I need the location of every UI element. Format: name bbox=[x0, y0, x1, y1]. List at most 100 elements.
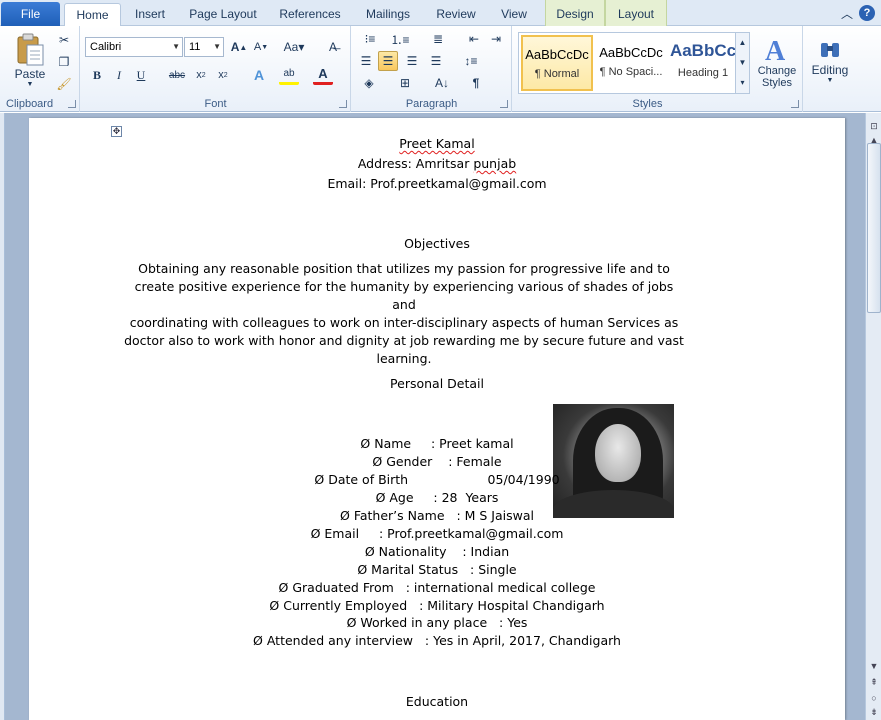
change-case-button[interactable]: Aa▾ bbox=[281, 37, 307, 57]
more-icon[interactable]: ▾ bbox=[736, 73, 749, 93]
font-color-button[interactable]: A bbox=[313, 65, 333, 85]
tab-file[interactable]: File bbox=[1, 2, 60, 26]
sort-icon: A↓ bbox=[434, 76, 449, 90]
detail-currently-employed: Ø Currently Employed : Military Hospital… bbox=[269, 598, 605, 613]
styles-gallery-scroll[interactable]: ▲ ▼ ▾ bbox=[735, 33, 749, 93]
svg-text:A: A bbox=[765, 36, 786, 65]
vertical-scrollbar[interactable]: ⊡ ▲ ▼ ⇞ ○ ⇟ bbox=[865, 113, 881, 720]
chevron-down-icon[interactable]: ▼ bbox=[736, 53, 749, 73]
superscript-button[interactable]: x2 bbox=[213, 65, 233, 85]
strikethrough-button[interactable]: abc bbox=[167, 65, 187, 85]
underline-button[interactable]: U bbox=[131, 65, 151, 85]
highlight-button[interactable]: ab bbox=[279, 65, 299, 85]
subscript-button[interactable]: x2 bbox=[191, 65, 211, 85]
multilevel-list-button[interactable]: ≣ bbox=[426, 29, 450, 49]
style-name: ¶ Normal bbox=[534, 68, 580, 80]
objective-line: learning. bbox=[376, 351, 432, 366]
sort-button[interactable]: A↓ bbox=[432, 73, 452, 93]
show-formatting-button[interactable]: ¶ bbox=[466, 73, 486, 93]
align-left-button[interactable]: ☰ bbox=[356, 51, 376, 71]
font-dialog-launcher[interactable] bbox=[339, 100, 347, 108]
styles-dialog-launcher[interactable] bbox=[791, 100, 799, 108]
format-painter-icon: 🖌 bbox=[56, 77, 72, 91]
bullets-button[interactable]: ⁝≡ bbox=[358, 29, 382, 49]
clipboard-dialog-launcher[interactable] bbox=[68, 100, 76, 108]
window-top-icons: ︿ ? bbox=[841, 5, 875, 22]
objective-line: coordinating with colleagues to work on … bbox=[129, 315, 679, 330]
address-city: punjab bbox=[473, 156, 517, 171]
detail-gender: Ø Gender : Female bbox=[372, 454, 502, 469]
chevron-down-icon: ▼ bbox=[213, 42, 221, 51]
font-group: Calibri ▼ 11 ▼ A ▲ A ▼ Aa▾ A̶ B I U abc x2… bbox=[81, 26, 351, 112]
paint-bucket-icon: ◈ bbox=[364, 76, 374, 90]
decrease-indent-button[interactable]: ⇤ bbox=[464, 29, 484, 49]
font-size-combo[interactable]: 11 ▼ bbox=[184, 37, 224, 57]
editing-button[interactable]: Editing ▼ bbox=[808, 30, 852, 90]
shrink-font-button[interactable]: A ▼ bbox=[251, 37, 271, 57]
pilcrow-icon: ¶ bbox=[472, 76, 480, 90]
detail-email: Ø Email : Prof.preetkamal@gmail.com bbox=[310, 526, 564, 541]
change-styles-label: Change Styles bbox=[757, 65, 797, 89]
tab-page-layout[interactable]: Page Layout bbox=[180, 3, 266, 26]
ribbon-tab-bar: File Home Insert Page Layout References … bbox=[0, 0, 881, 27]
style-normal[interactable]: AaBbCcDc ¶ Normal bbox=[521, 35, 593, 91]
style-name: Heading 1 bbox=[677, 67, 729, 79]
format-painter-button[interactable]: 🖌 bbox=[54, 74, 74, 94]
tab-insert[interactable]: Insert bbox=[124, 3, 176, 26]
align-center-button[interactable]: ☰ bbox=[378, 51, 398, 71]
education-heading: Education bbox=[405, 694, 469, 709]
minimize-ribbon-icon[interactable]: ︿ bbox=[841, 5, 853, 22]
help-icon[interactable]: ? bbox=[859, 5, 875, 21]
scroll-thumb[interactable] bbox=[867, 143, 881, 313]
font-name-combo[interactable]: Calibri ▼ bbox=[85, 37, 183, 57]
tab-layout[interactable]: Layout bbox=[605, 0, 667, 26]
detail-age: Ø Age : 28 Years bbox=[375, 490, 499, 505]
align-right-button[interactable]: ☰ bbox=[402, 51, 422, 71]
address-label: Address: Amritsar bbox=[357, 156, 474, 171]
paragraph-dialog-launcher[interactable] bbox=[500, 100, 508, 108]
scroll-down-icon[interactable]: ▼ bbox=[867, 659, 881, 673]
shading-button[interactable]: ◈ bbox=[356, 73, 382, 93]
numbering-icon: ⒈≡ bbox=[390, 32, 410, 47]
copy-button[interactable]: ❐ bbox=[54, 52, 74, 72]
document-page[interactable]: ✥ Preet Kamal Address: Amritsar punjab E… bbox=[29, 118, 845, 720]
increase-indent-button[interactable]: ⇥ bbox=[486, 29, 506, 49]
select-browse-object-icon[interactable]: ○ bbox=[867, 691, 881, 705]
chevron-up-icon[interactable]: ▲ bbox=[736, 33, 749, 53]
detail-marital-status: Ø Marital Status : Single bbox=[357, 562, 517, 577]
tab-references[interactable]: References bbox=[270, 3, 350, 26]
style-sample: AaBbCcDc bbox=[525, 47, 589, 62]
grow-font-button[interactable]: A ▲ bbox=[229, 37, 249, 57]
ruler-toggle-icon[interactable]: ⊡ bbox=[867, 119, 881, 133]
tab-home[interactable]: Home bbox=[64, 3, 121, 27]
change-styles-icon: A bbox=[765, 36, 786, 65]
style-heading-1[interactable]: AaBbCc Heading 1 bbox=[667, 35, 739, 91]
document-body[interactable]: Preet Kamal Address: Amritsar punjab Ema… bbox=[29, 118, 845, 720]
borders-button[interactable]: ⊞ bbox=[392, 73, 418, 93]
justify-button[interactable]: ☰ bbox=[426, 51, 446, 71]
change-styles-button[interactable]: A Change Styles bbox=[754, 30, 800, 94]
font-size-value: 11 bbox=[189, 41, 201, 53]
text-effects-button[interactable]: A bbox=[249, 65, 269, 85]
left-margin-bar bbox=[0, 113, 5, 720]
cut-button[interactable]: ✂ bbox=[54, 30, 74, 50]
tab-review[interactable]: Review bbox=[426, 3, 486, 26]
clear-formatting-button[interactable]: A̶ bbox=[323, 37, 343, 57]
previous-page-icon[interactable]: ⇞ bbox=[867, 675, 881, 689]
tab-view[interactable]: View bbox=[490, 3, 538, 26]
chevron-down-icon: ▼ bbox=[826, 76, 834, 84]
numbering-button[interactable]: ⒈≡ bbox=[388, 29, 412, 49]
clear-formatting-icon: A̶ bbox=[328, 40, 337, 54]
bold-button[interactable]: B bbox=[87, 65, 107, 85]
paste-button[interactable]: Paste ▼ bbox=[12, 30, 48, 90]
italic-button[interactable]: I bbox=[109, 65, 129, 85]
next-page-icon[interactable]: ⇟ bbox=[867, 705, 881, 719]
paragraph-group: ⁝≡ ⒈≡ ≣ ⇤ ⇥ ☰ ☰ ☰ ☰ ↕≡ ◈ ⊞ A↓ ¶ Paragrap… bbox=[352, 26, 512, 112]
paste-label: Paste bbox=[14, 66, 46, 81]
styles-group-label: Styles bbox=[632, 98, 663, 110]
style-no-spacing[interactable]: AaBbCcDc ¶ No Spaci... bbox=[595, 35, 667, 91]
detail-name: Ø Name : Preet kamal bbox=[360, 436, 514, 451]
tab-design[interactable]: Design bbox=[545, 0, 605, 26]
tab-mailings[interactable]: Mailings bbox=[354, 3, 422, 26]
line-spacing-button[interactable]: ↕≡ bbox=[458, 51, 484, 71]
